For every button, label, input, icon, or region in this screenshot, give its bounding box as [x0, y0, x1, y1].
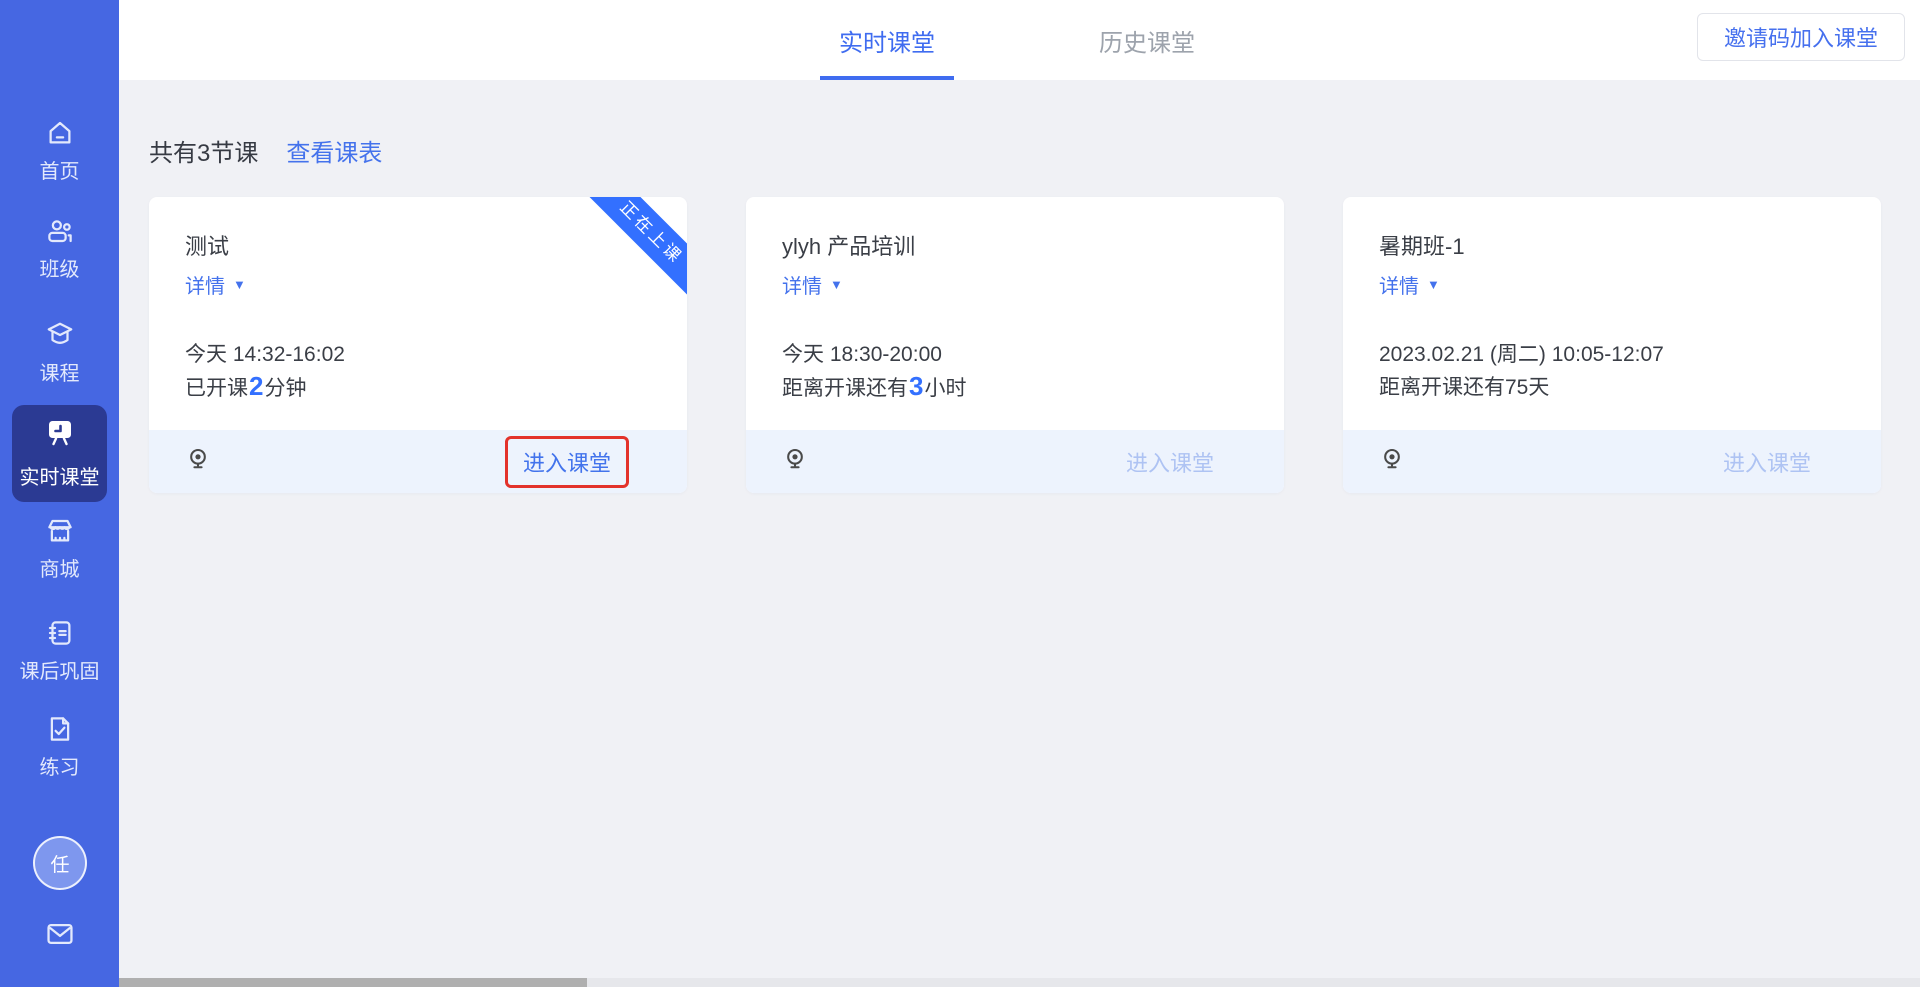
sidebar-item-live-classroom[interactable]: 实时课堂: [12, 405, 107, 502]
mail-icon: [44, 935, 76, 952]
chevron-down-icon: ▼: [1427, 277, 1440, 292]
top-header: 实时课堂 历史课堂 邀请码加入课堂: [119, 0, 1920, 80]
sidebar-item-label: 首页: [40, 155, 80, 184]
notebook-icon: [45, 618, 75, 648]
enter-classroom-button[interactable]: 进入课堂: [1723, 446, 1811, 478]
lesson-summary-row: 共有3节课 查看课表: [149, 133, 382, 168]
mail-button[interactable]: [44, 920, 76, 953]
sidebar-item-store[interactable]: 商城: [0, 516, 119, 582]
chevron-down-icon: ▼: [830, 277, 843, 292]
sidebar-item-label: 课后巩固: [20, 655, 100, 684]
class-icon: [45, 216, 75, 246]
enter-classroom-button[interactable]: 进入课堂: [523, 451, 611, 476]
view-schedule-link[interactable]: 查看课表: [286, 133, 382, 168]
lesson-title: 暑期班-1: [1379, 229, 1465, 261]
avatar[interactable]: 任: [33, 836, 87, 890]
card-footer: 进入课堂: [149, 430, 687, 493]
webcam-icon: [782, 446, 808, 477]
sidebar-item-practice[interactable]: 练习: [0, 714, 119, 780]
details-dropdown[interactable]: 详情 ▼: [782, 270, 843, 299]
course-icon: [45, 320, 75, 350]
details-dropdown[interactable]: 详情 ▼: [185, 270, 246, 299]
tab-live-classroom[interactable]: 实时课堂: [797, 0, 977, 80]
sidebar-item-course[interactable]: 课程: [0, 320, 119, 386]
tab-bar: 实时课堂 历史课堂: [797, 0, 1237, 80]
tab-history-classroom[interactable]: 历史课堂: [1057, 0, 1237, 80]
enter-classroom-button[interactable]: 进入课堂: [1126, 446, 1214, 478]
webcam-icon: [185, 446, 211, 477]
lesson-time: 今天 18:30-20:00: [782, 338, 942, 368]
home-icon: [45, 118, 75, 148]
horizontal-scrollbar-thumb[interactable]: [90, 978, 587, 987]
webcam-icon: [1379, 446, 1405, 477]
lesson-status: 距离开课还有75天: [1379, 371, 1551, 401]
card-footer: 进入课堂: [1343, 430, 1881, 493]
sidebar-item-review[interactable]: 课后巩固: [0, 618, 119, 684]
status-number: 2: [248, 371, 264, 402]
lesson-card: 暑期班-1 详情 ▼ 2023.02.21 (周二) 10:05-12:07 距…: [1343, 197, 1881, 493]
live-classroom-icon: [44, 418, 76, 454]
sidebar-item-label: 课程: [40, 357, 80, 386]
store-icon: [45, 516, 75, 546]
invite-code-join-button[interactable]: 邀请码加入课堂: [1697, 13, 1905, 61]
lesson-time: 2023.02.21 (周二) 10:05-12:07: [1379, 338, 1664, 368]
sidebar-item-label: 实时课堂: [20, 461, 100, 490]
lesson-title: ylyh 产品培训: [782, 229, 915, 261]
avatar-initial: 任: [50, 850, 69, 877]
sidebar-item-class[interactable]: 班级: [0, 216, 119, 282]
in-class-ribbon: 正在上课: [575, 197, 687, 309]
lesson-card-list: 正在上课 测试 详情 ▼ 今天 14:32-16:02 已开课2分钟 进入课堂 …: [149, 197, 1881, 493]
lesson-status: 已开课2分钟: [185, 371, 306, 402]
sidebar-item-home[interactable]: 首页: [0, 118, 119, 184]
lesson-status: 距离开课还有3小时: [782, 371, 966, 402]
lesson-card: ylyh 产品培训 详情 ▼ 今天 18:30-20:00 距离开课还有3小时 …: [746, 197, 1284, 493]
lesson-count-text: 共有3节课: [149, 133, 258, 168]
sidebar-item-label: 练习: [40, 751, 80, 780]
sidebar-item-label: 商城: [40, 553, 80, 582]
lesson-title: 测试: [185, 229, 229, 261]
lesson-card: 正在上课 测试 详情 ▼ 今天 14:32-16:02 已开课2分钟 进入课堂: [149, 197, 687, 493]
chevron-down-icon: ▼: [233, 277, 246, 292]
card-footer: 进入课堂: [746, 430, 1284, 493]
highlight-box: 进入课堂: [505, 436, 629, 488]
details-dropdown[interactable]: 详情 ▼: [1379, 270, 1440, 299]
lesson-time: 今天 14:32-16:02: [185, 338, 345, 368]
sidebar-item-label: 班级: [40, 253, 80, 282]
sidebar: 首页 班级 课程 实时课堂: [0, 0, 119, 987]
practice-icon: [45, 714, 75, 744]
status-number: 3: [908, 371, 924, 402]
